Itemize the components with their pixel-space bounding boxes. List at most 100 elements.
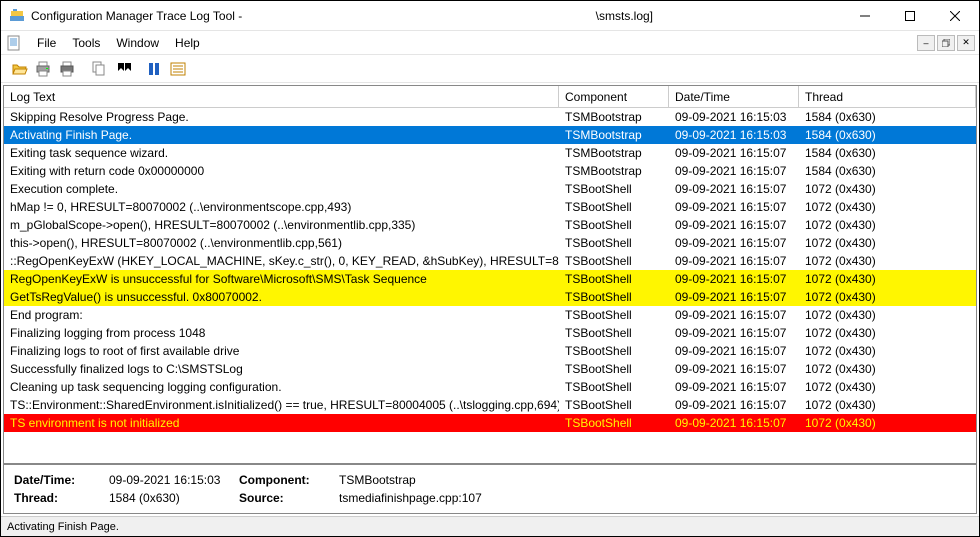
log-row[interactable]: RegOpenKeyExW is unsuccessful for Softwa… [4,270,976,288]
log-datetime: 09-09-2021 16:15:07 [669,162,799,180]
mdi-controls: – ✕ [917,35,975,51]
log-row[interactable]: Execution complete.TSBootShell09-09-2021… [4,180,976,198]
column-header-datetime[interactable]: Date/Time [669,86,799,107]
log-row[interactable]: this->open(), HRESULT=80070002 (..\envir… [4,234,976,252]
log-component: TSBootShell [559,360,669,378]
log-row[interactable]: End program:TSBootShell09-09-2021 16:15:… [4,306,976,324]
detail-component-label: Component: [239,473,339,487]
log-row[interactable]: GetTsRegValue() is unsuccessful. 0x80070… [4,288,976,306]
log-row[interactable]: TS environment is not initializedTSBootS… [4,414,976,432]
log-thread: 1072 (0x430) [799,342,976,360]
log-thread: 1072 (0x430) [799,234,976,252]
log-component: TSBootShell [559,180,669,198]
log-row[interactable]: Cleaning up task sequencing logging conf… [4,378,976,396]
log-row[interactable]: Skipping Resolve Progress Page.TSMBootst… [4,108,976,126]
open-file-button[interactable] [9,58,31,80]
menu-tools[interactable]: Tools [64,34,108,52]
log-text: Exiting with return code 0x00000000 [4,162,559,180]
log-component: TSBootShell [559,378,669,396]
detail-source-label: Source: [239,491,339,505]
log-row[interactable]: Finalizing logging from process 1048TSBo… [4,324,976,342]
copy-button[interactable] [88,58,110,80]
column-header-logtext[interactable]: Log Text [4,86,559,107]
detail-component-value: TSMBootstrap [339,473,966,487]
menu-file[interactable]: File [29,34,64,52]
log-component: TSBootShell [559,270,669,288]
detail-source-value: tsmediafinishpage.cpp:107 [339,491,966,505]
mdi-minimize-button[interactable]: – [917,35,935,51]
log-datetime: 09-09-2021 16:15:07 [669,396,799,414]
log-datetime: 09-09-2021 16:15:07 [669,288,799,306]
log-component: TSMBootstrap [559,108,669,126]
detail-pane: Date/Time: 09-09-2021 16:15:03 Component… [4,463,976,513]
toolbar [1,55,979,83]
log-datetime: 09-09-2021 16:15:07 [669,252,799,270]
find-button[interactable] [112,58,134,80]
log-component: TSMBootstrap [559,126,669,144]
print-button[interactable] [57,58,79,80]
column-header-component[interactable]: Component [559,86,669,107]
log-component: TSBootShell [559,216,669,234]
log-thread: 1072 (0x430) [799,414,976,432]
log-thread: 1072 (0x430) [799,306,976,324]
detail-thread-value: 1584 (0x630) [109,491,239,505]
log-datetime: 09-09-2021 16:15:07 [669,324,799,342]
log-row[interactable]: hMap != 0, HRESULT=80070002 (..\environm… [4,198,976,216]
log-row[interactable]: m_pGlobalScope->open(), HRESULT=80070002… [4,216,976,234]
log-row[interactable]: TS::Environment::SharedEnvironment.isIni… [4,396,976,414]
log-component: TSMBootstrap [559,144,669,162]
log-datetime: 09-09-2021 16:15:07 [669,306,799,324]
window-controls [842,1,977,30]
log-thread: 1584 (0x630) [799,126,976,144]
log-text: m_pGlobalScope->open(), HRESULT=80070002… [4,216,559,234]
statusbar-text: Activating Finish Page. [7,521,119,533]
log-datetime: 09-09-2021 16:15:07 [669,144,799,162]
log-text: Activating Finish Page. [4,126,559,144]
doc-icon [5,34,23,52]
log-row[interactable]: Finalizing logs to root of first availab… [4,342,976,360]
mdi-close-button[interactable]: ✕ [957,35,975,51]
log-datetime: 09-09-2021 16:15:07 [669,414,799,432]
mdi-restore-button[interactable] [937,35,955,51]
log-body[interactable]: Skipping Resolve Progress Page.TSMBootst… [4,108,976,463]
log-text: hMap != 0, HRESULT=80070002 (..\environm… [4,198,559,216]
print-file-button[interactable] [33,58,55,80]
app-icon [9,8,25,24]
log-text: this->open(), HRESULT=80070002 (..\envir… [4,234,559,252]
log-thread: 1584 (0x630) [799,144,976,162]
log-text: TS environment is not initialized [4,414,559,432]
menu-help[interactable]: Help [167,34,208,52]
log-text: Cleaning up task sequencing logging conf… [4,378,559,396]
log-component: TSBootShell [559,198,669,216]
minimize-button[interactable] [842,1,887,30]
log-text: ::RegOpenKeyExW (HKEY_LOCAL_MACHINE, sKe… [4,252,559,270]
log-row[interactable]: ::RegOpenKeyExW (HKEY_LOCAL_MACHINE, sKe… [4,252,976,270]
window-file-path: \smsts.log] [596,9,653,23]
log-row[interactable]: Activating Finish Page.TSMBootstrap09-09… [4,126,976,144]
log-text: Execution complete. [4,180,559,198]
window-titlebar: Configuration Manager Trace Log Tool - \… [1,1,979,31]
maximize-button[interactable] [887,1,932,30]
log-thread: 1072 (0x430) [799,360,976,378]
log-datetime: 09-09-2021 16:15:07 [669,180,799,198]
close-button[interactable] [932,1,977,30]
log-text: Finalizing logging from process 1048 [4,324,559,342]
detail-thread-label: Thread: [14,491,109,505]
log-thread: 1072 (0x430) [799,252,976,270]
log-component: TSBootShell [559,252,669,270]
log-row[interactable]: Exiting task sequence wizard.TSMBootstra… [4,144,976,162]
log-thread: 1072 (0x430) [799,198,976,216]
log-datetime: 09-09-2021 16:15:03 [669,126,799,144]
log-text: Successfully finalized logs to C:\SMSTSL… [4,360,559,378]
pause-button[interactable] [143,58,165,80]
log-thread: 1072 (0x430) [799,180,976,198]
column-header-thread[interactable]: Thread [799,86,976,107]
menu-window[interactable]: Window [108,34,167,52]
log-row[interactable]: Exiting with return code 0x00000000TSMBo… [4,162,976,180]
log-datetime: 09-09-2021 16:15:07 [669,234,799,252]
toggle-highlight-button[interactable] [167,58,189,80]
log-text: Skipping Resolve Progress Page. [4,108,559,126]
log-row[interactable]: Successfully finalized logs to C:\SMSTSL… [4,360,976,378]
log-component: TSBootShell [559,414,669,432]
log-component: TSBootShell [559,234,669,252]
